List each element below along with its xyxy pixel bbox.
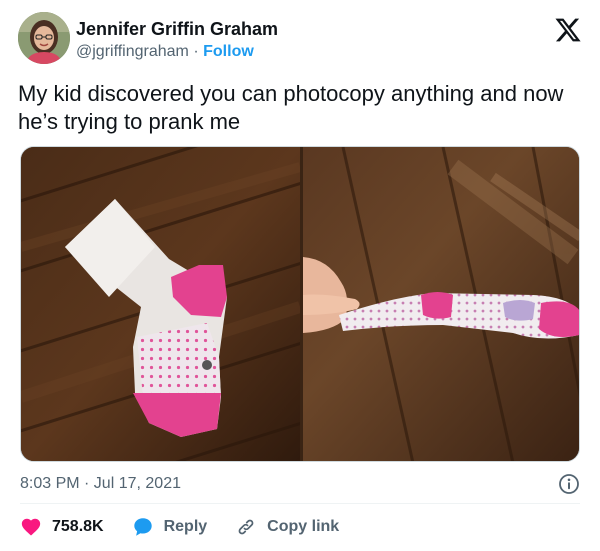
photo-sock[interactable] (21, 147, 300, 461)
tweet-actions: 758.8K Reply Copy link (20, 514, 367, 540)
heart-icon (20, 516, 42, 538)
author-info: Jennifer Griffin Graham @jgriffingraham … (76, 18, 278, 63)
reply-label: Reply (163, 518, 208, 535)
author-handle-line: @jgriffingraham · Follow (76, 41, 278, 63)
info-icon[interactable] (558, 473, 580, 495)
tweet-media[interactable] (20, 146, 580, 462)
like-button[interactable]: 758.8K (20, 516, 104, 538)
link-icon (235, 516, 257, 538)
author-handle[interactable]: @jgriffingraham (76, 43, 189, 60)
tweet-text: My kid discovered you can photocopy anyt… (18, 81, 564, 134)
author-display-name[interactable]: Jennifer Griffin Graham (76, 18, 278, 40)
follow-button[interactable]: Follow (203, 43, 254, 60)
speech-bubble-icon (132, 516, 154, 538)
tweet-timestamp[interactable]: 8:03 PM · Jul 17, 2021 (20, 474, 181, 494)
like-count: 758.8K (52, 518, 104, 535)
tweet-header: Jennifer Griffin Graham @jgriffingraham … (18, 12, 584, 68)
divider (20, 503, 580, 504)
handle-separator: · (193, 43, 199, 60)
photo-paper-sock[interactable] (303, 147, 579, 461)
reply-button[interactable]: Reply (132, 516, 208, 538)
avatar-image (18, 12, 70, 64)
avatar[interactable] (18, 12, 70, 64)
copy-link-button[interactable]: Copy link (235, 516, 339, 538)
x-logo-icon[interactable] (554, 16, 582, 44)
tweet-card: Jennifer Griffin Graham @jgriffingraham … (0, 0, 600, 551)
copy-link-label: Copy link (267, 518, 340, 535)
